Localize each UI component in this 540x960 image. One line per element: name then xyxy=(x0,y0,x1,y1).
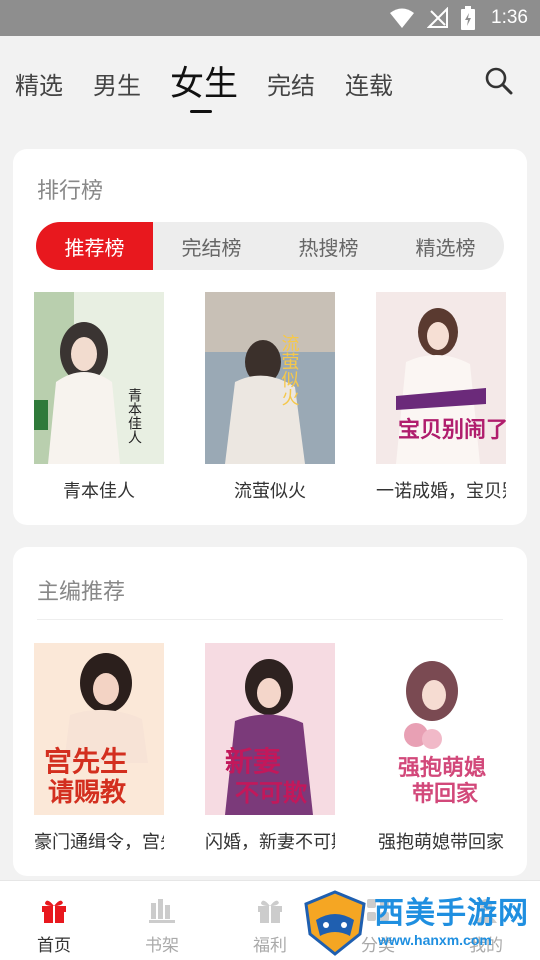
top-nav: 精选 男生 女生 完结 连载 xyxy=(0,36,540,126)
svg-text:宫先生: 宫先生 xyxy=(44,745,128,778)
tab-completed[interactable]: 完结 xyxy=(267,66,315,101)
gift-icon xyxy=(42,900,66,923)
book-title: 豪门通缉令，宫先生请赐教 xyxy=(34,832,164,853)
book-cover[interactable]: 流萤似火 xyxy=(205,292,335,464)
bottom-nav-home[interactable]: 首页 xyxy=(0,881,108,960)
segment-trending[interactable]: 热搜榜 xyxy=(270,222,387,270)
editor-picks-title: 主编推荐 xyxy=(37,580,126,605)
book-item[interactable]: 流萤似火 流萤似火 xyxy=(205,292,335,503)
book-cover[interactable]: 宝贝别闹了 xyxy=(376,292,506,464)
svg-text:宝贝别闹了: 宝贝别闹了 xyxy=(398,417,506,443)
book-item[interactable]: 青本佳人 青本佳人 xyxy=(34,292,164,503)
gift-icon xyxy=(258,900,282,923)
bottom-nav-bookshelf[interactable]: 书架 xyxy=(108,881,216,960)
book-cover[interactable]: 强抱萌媳 带回家 xyxy=(376,643,506,815)
book-item[interactable]: 宝贝别闹了 一诺成婚，宝贝别闹了 xyxy=(376,292,506,503)
bottom-nav-label: 福利 xyxy=(253,936,287,956)
book-cover[interactable]: 青本佳人 xyxy=(34,292,164,464)
watermark-url: www.hanxm.com xyxy=(378,932,492,948)
status-icons: 1:36 xyxy=(389,0,528,36)
svg-text:强抱萌媳: 强抱萌媳 xyxy=(398,755,486,781)
ranking-book-list: 青本佳人 青本佳人 流萤似火 流萤似火 宝贝别闹了 一诺成婚，宝贝 xyxy=(34,292,506,503)
watermark-text: 西美手游网 xyxy=(374,896,529,931)
book-title: 一诺成婚，宝贝别闹了 xyxy=(376,481,506,502)
segment-selected[interactable]: 精选榜 xyxy=(387,222,504,270)
svg-text:新妻: 新妻 xyxy=(225,745,281,778)
tab-female[interactable]: 女生 xyxy=(170,56,238,105)
search-icon[interactable] xyxy=(484,66,514,96)
bookshelf-icon xyxy=(149,899,175,923)
tab-male[interactable]: 男生 xyxy=(93,66,141,101)
book-title: 流萤似火 xyxy=(234,481,306,502)
editor-picks-book-list: 宫先生 请赐教 豪门通缉令，宫先生请赐教 新妻 不可欺 闪婚，新妻不可欺 xyxy=(34,643,506,854)
svg-text:请赐教: 请赐教 xyxy=(48,778,126,808)
ranking-segment-control: 推荐榜 完结榜 热搜榜 精选榜 xyxy=(36,222,504,270)
no-signal-icon xyxy=(427,7,449,28)
ranking-title: 排行榜 xyxy=(37,179,104,204)
tab-featured[interactable]: 精选 xyxy=(15,66,63,101)
card-divider xyxy=(37,619,503,620)
active-tab-indicator xyxy=(190,110,212,113)
editor-picks-card: 主编推荐 宫先生 请赐教 豪门通缉令，宫先生请赐教 xyxy=(13,547,527,876)
book-title: 闪婚，新妻不可欺 xyxy=(205,832,335,853)
book-cover[interactable]: 宫先生 请赐教 xyxy=(34,643,164,815)
tab-serializing[interactable]: 连载 xyxy=(345,66,393,101)
bottom-nav-label: 书架 xyxy=(145,936,179,956)
battery-icon xyxy=(461,6,476,30)
svg-text:流萤似火: 流萤似火 xyxy=(279,334,300,406)
wifi-icon xyxy=(390,8,415,28)
segment-completed[interactable]: 完结榜 xyxy=(153,222,270,270)
status-bar: 1:36 xyxy=(0,0,540,36)
book-item[interactable]: 宫先生 请赐教 豪门通缉令，宫先生请赐教 xyxy=(34,643,164,854)
status-time: 1:36 xyxy=(491,7,528,28)
svg-text:青本佳人: 青本佳人 xyxy=(126,388,142,444)
book-title: 青本佳人 xyxy=(63,481,135,502)
svg-text:带回家: 带回家 xyxy=(412,781,479,807)
gamepad-shield-icon xyxy=(304,890,366,956)
svg-text:不可欺: 不可欺 xyxy=(235,778,307,807)
book-item[interactable]: 新妻 不可欺 闪婚，新妻不可欺 xyxy=(205,643,335,854)
ranking-card: 排行榜 推荐榜 完结榜 热搜榜 精选榜 青本佳人 青本佳人 流萤似火 流萤似火 … xyxy=(13,149,527,525)
book-title: 强抱萌媳带回家 xyxy=(378,832,504,853)
book-cover[interactable]: 新妻 不可欺 xyxy=(205,643,335,815)
watermark: 西美手游网 www.hanxm.com xyxy=(302,888,540,960)
bottom-nav-label: 首页 xyxy=(37,936,71,956)
book-item[interactable]: 强抱萌媳 带回家 强抱萌媳带回家 xyxy=(376,643,506,854)
segment-recommended[interactable]: 推荐榜 xyxy=(36,222,153,270)
